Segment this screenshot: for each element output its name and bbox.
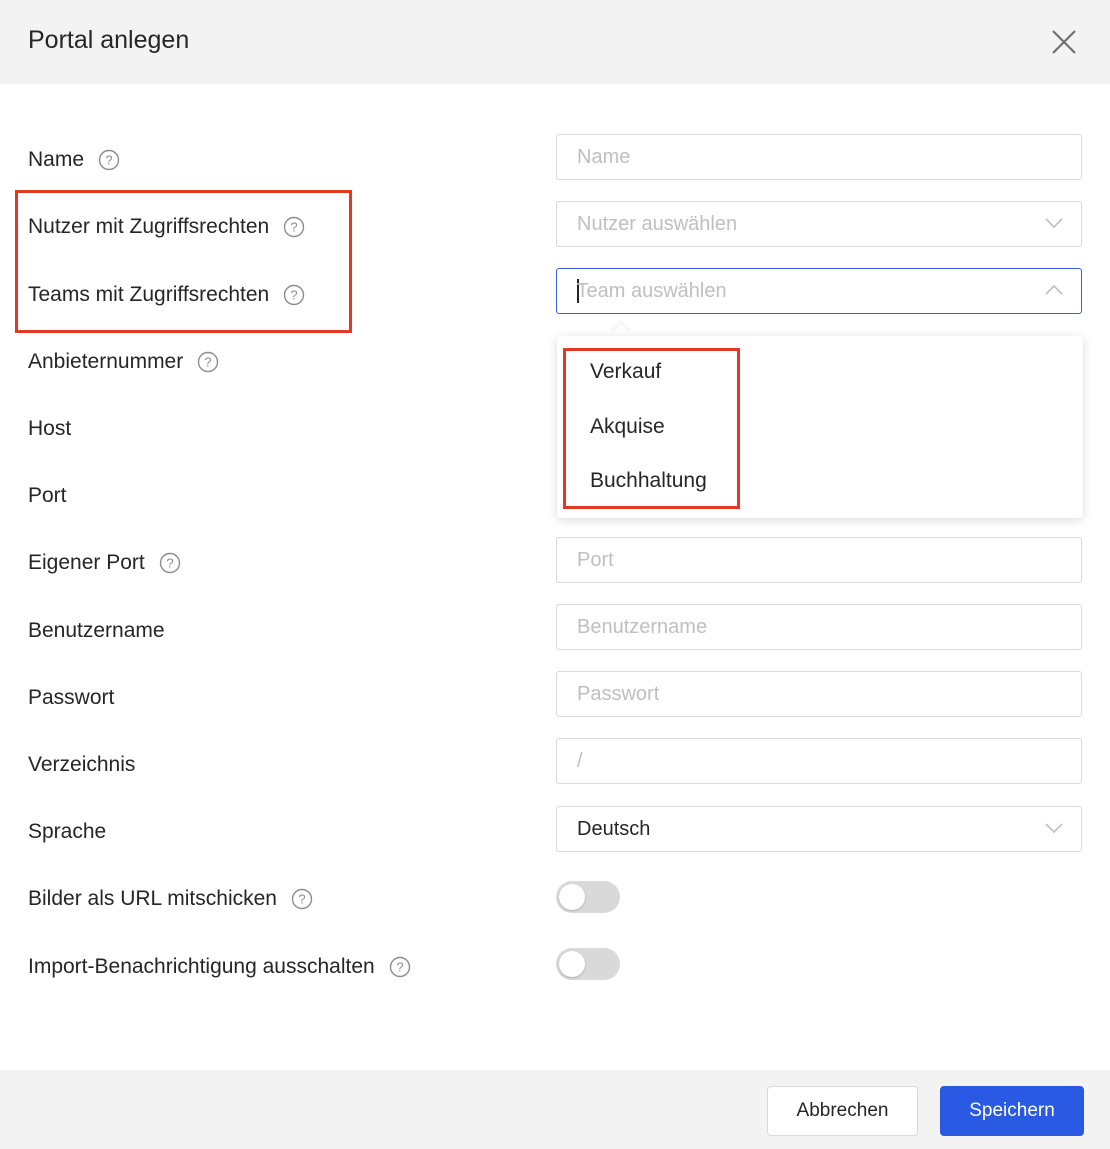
password-placeholder: Passwort — [577, 682, 660, 705]
help-icon[interactable]: ? — [389, 956, 411, 978]
import-notification-toggle[interactable] — [556, 948, 620, 980]
teams-label-row: Teams mit Zugriffsrechten ? — [28, 279, 305, 311]
help-icon[interactable]: ? — [98, 149, 120, 171]
username-placeholder: Benutzername — [577, 615, 708, 638]
dialog-header: Portal anlegen — [0, 0, 1110, 84]
dialog-title: Portal anlegen — [28, 26, 190, 54]
username-label: Benutzername — [28, 619, 165, 642]
dialog-footer: Abbrechen Speichern — [0, 1070, 1110, 1149]
svg-text:?: ? — [396, 960, 403, 975]
images-as-url-label-row: Bilder als URL mitschicken ? — [28, 883, 313, 915]
images-as-url-toggle[interactable] — [556, 881, 620, 913]
svg-text:?: ? — [166, 556, 173, 571]
provider-number-label-row: Anbieternummer ? — [28, 346, 219, 378]
images-as-url-label: Bilder als URL mitschicken — [28, 887, 277, 910]
teams-placeholder: Team auswählen — [576, 279, 727, 302]
close-button[interactable] — [1046, 24, 1082, 60]
svg-text:?: ? — [298, 892, 305, 907]
svg-text:?: ? — [105, 153, 112, 168]
provider-number-label: Anbieternummer — [28, 350, 184, 373]
port-label: Port — [28, 484, 67, 507]
teams-label: Teams mit Zugriffsrechten — [28, 283, 270, 306]
toggle-knob — [559, 884, 585, 910]
language-select[interactable]: Deutsch — [556, 806, 1082, 852]
help-icon[interactable]: ? — [197, 351, 219, 373]
portal-dialog: Portal anlegen Name ? Nutzer mit Zugriff… — [0, 0, 1110, 1149]
import-notification-label: Import-Benachrichtigung ausschalten — [28, 955, 375, 978]
chevron-down-icon — [1045, 218, 1063, 228]
team-option-akquise[interactable]: Akquise — [590, 411, 665, 443]
directory-input[interactable]: / — [556, 738, 1082, 784]
close-icon — [1052, 30, 1076, 54]
language-label: Sprache — [28, 820, 107, 843]
save-button[interactable]: Speichern — [940, 1086, 1084, 1136]
team-dropdown: Verkauf Akquise Buchhaltung — [557, 336, 1083, 518]
name-input[interactable]: Name — [556, 134, 1082, 180]
users-placeholder: Nutzer auswählen — [577, 212, 738, 235]
directory-label: Verzeichnis — [28, 753, 136, 776]
custom-port-label: Eigener Port — [28, 551, 145, 574]
language-value: Deutsch — [577, 817, 651, 840]
custom-port-input[interactable]: Port — [556, 537, 1082, 583]
host-label: Host — [28, 417, 72, 440]
host-label-row: Host — [28, 413, 71, 445]
team-option-buchhaltung[interactable]: Buchhaltung — [590, 465, 707, 497]
help-icon[interactable]: ? — [159, 552, 181, 574]
language-label-row: Sprache — [28, 816, 106, 848]
chevron-up-icon — [1045, 285, 1063, 295]
cancel-button[interactable]: Abbrechen — [767, 1086, 918, 1136]
directory-label-row: Verzeichnis — [28, 749, 135, 781]
name-placeholder: Name — [577, 145, 631, 168]
svg-text:?: ? — [291, 288, 298, 303]
username-input[interactable]: Benutzername — [556, 604, 1082, 650]
password-input[interactable]: Passwort — [556, 671, 1082, 717]
name-label-row: Name ? — [28, 144, 120, 176]
password-label-row: Passwort — [28, 682, 114, 714]
username-label-row: Benutzername — [28, 615, 165, 647]
users-select[interactable]: Nutzer auswählen — [556, 201, 1082, 247]
custom-port-label-row: Eigener Port ? — [28, 547, 181, 579]
help-icon[interactable]: ? — [283, 216, 305, 238]
users-label: Nutzer mit Zugriffsrechten — [28, 215, 270, 238]
import-notification-label-row: Import-Benachrichtigung ausschalten ? — [28, 951, 411, 983]
team-option-verkauf[interactable]: Verkauf — [590, 356, 661, 388]
directory-placeholder: / — [577, 749, 583, 772]
port-label-row: Port — [28, 480, 67, 512]
teams-select[interactable]: Team auswählen — [556, 268, 1082, 314]
chevron-down-icon — [1045, 823, 1063, 833]
name-label: Name — [28, 148, 85, 171]
password-label: Passwort — [28, 686, 115, 709]
users-label-row: Nutzer mit Zugriffsrechten ? — [28, 211, 305, 243]
help-icon[interactable]: ? — [283, 284, 305, 306]
svg-text:?: ? — [291, 220, 298, 235]
help-icon[interactable]: ? — [291, 888, 313, 910]
custom-port-placeholder: Port — [577, 548, 614, 571]
svg-text:?: ? — [205, 355, 212, 370]
toggle-knob — [559, 951, 585, 977]
